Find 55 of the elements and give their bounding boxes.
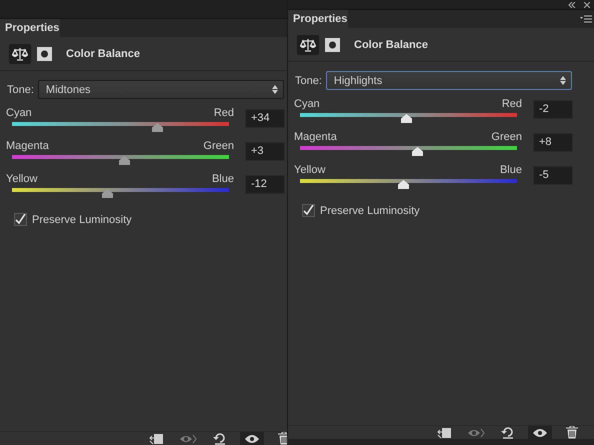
value-field[interactable]: -2 — [533, 100, 573, 119]
panel-title: Color Balance — [66, 48, 140, 60]
clip-to-layer-icon — [437, 426, 451, 438]
slider-thumb[interactable] — [118, 156, 130, 165]
checkbox-label: Preserve Luminosity — [32, 214, 132, 226]
slider-right-label: Green — [491, 131, 522, 143]
value-field[interactable]: +8 — [533, 133, 573, 152]
slider-right-label: Blue — [212, 173, 234, 185]
checkbox-label: Preserve Luminosity — [320, 204, 420, 216]
tone-dropdown[interactable]: Highlights — [326, 71, 572, 90]
panel-title: Color Balance — [354, 38, 428, 50]
slider-left-label: Yellow — [294, 164, 326, 176]
tone-label: Tone: — [7, 84, 34, 96]
eye-arrow-icon — [467, 426, 485, 438]
checkbox[interactable] — [14, 213, 27, 226]
value-field[interactable]: -12 — [245, 175, 285, 194]
properties-tab[interactable]: Properties — [288, 10, 348, 28]
tone-dropdown[interactable]: Midtones — [38, 80, 284, 99]
slider-left-label: Magenta — [294, 131, 337, 143]
slider-right-label: Blue — [500, 164, 522, 176]
reset-icon — [213, 432, 227, 445]
checkbox[interactable] — [302, 204, 315, 217]
stepper-icon — [560, 76, 566, 85]
tone-label: Tone: — [295, 74, 322, 86]
balance-scale-icon[interactable] — [300, 38, 316, 52]
collapse-icon[interactable] — [568, 2, 576, 8]
balance-scale-icon[interactable] — [12, 46, 28, 60]
slider-thumb[interactable] — [152, 123, 164, 132]
reset-icon — [501, 426, 515, 439]
value-field[interactable]: -5 — [533, 166, 573, 185]
value-field[interactable]: +34 — [245, 109, 285, 128]
slider-right-label: Red — [502, 98, 522, 110]
close-icon[interactable] — [584, 2, 590, 8]
slider-left-label: Magenta — [6, 140, 49, 152]
slider-thumb[interactable] — [401, 114, 412, 123]
mask-icon[interactable] — [37, 46, 52, 60]
slider-left-label: Cyan — [6, 107, 32, 119]
slider-thumb[interactable] — [398, 180, 410, 189]
stepper-icon — [272, 85, 278, 94]
properties-tab[interactable]: Properties — [0, 19, 60, 37]
clip-to-layer-icon — [149, 432, 163, 444]
slider-thumb[interactable] — [412, 147, 424, 156]
panel-menu-icon[interactable] — [580, 15, 592, 23]
eye-arrow-icon — [179, 432, 197, 444]
toolbar-button[interactable] — [240, 432, 264, 445]
value-field[interactable]: +3 — [245, 142, 285, 161]
eye-icon — [245, 434, 259, 444]
slider-right-label: Red — [214, 107, 234, 119]
slider-left-label: Yellow — [6, 173, 38, 185]
eye-icon — [533, 428, 547, 438]
mask-icon[interactable] — [325, 38, 340, 52]
toolbar-button[interactable] — [528, 426, 552, 439]
slider-left-label: Cyan — [294, 98, 320, 110]
slider-thumb[interactable] — [102, 189, 114, 198]
slider-right-label: Green — [203, 140, 234, 152]
